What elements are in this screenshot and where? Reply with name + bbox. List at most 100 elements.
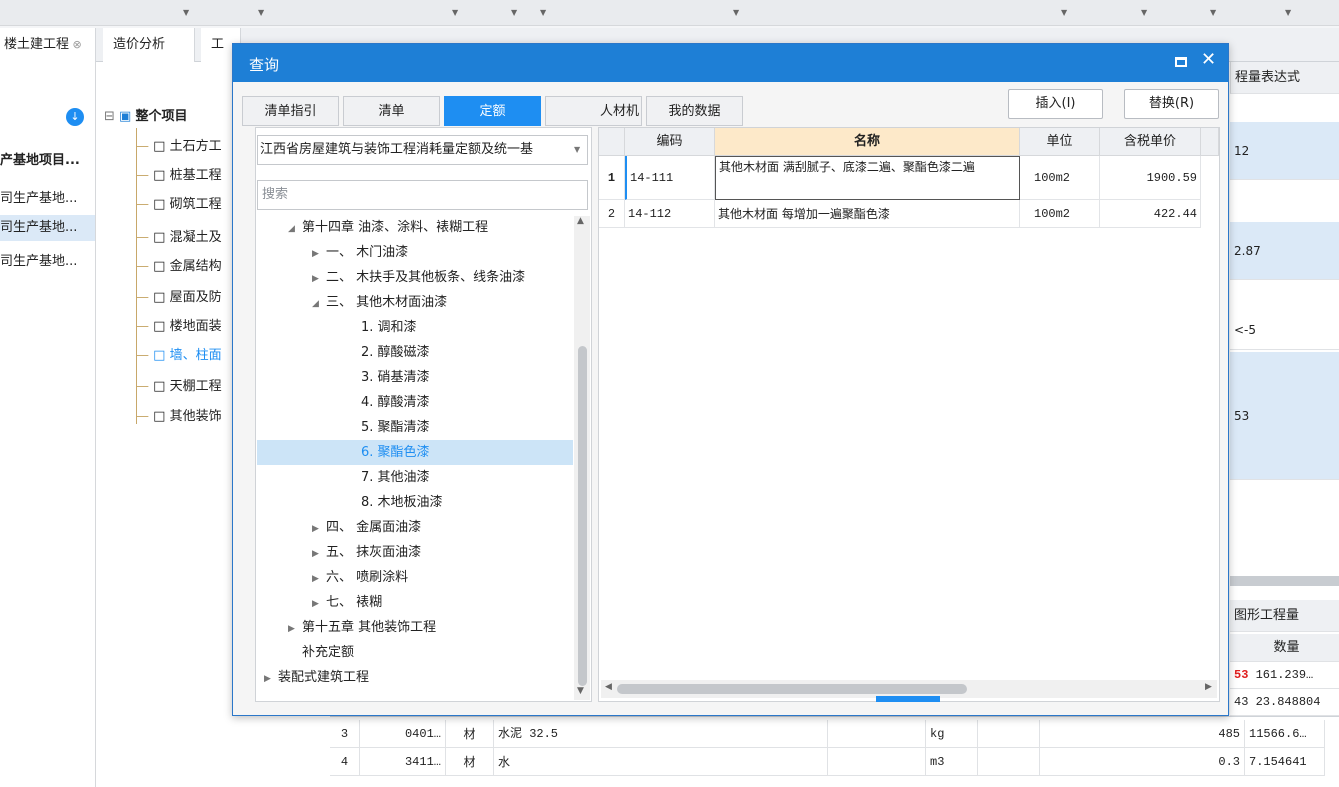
cell-name[interactable]: 其他木材面 满刮腻子、底漆二遍、聚酯色漆二遍 bbox=[715, 156, 1020, 200]
list-item[interactable]: 产基地项目... bbox=[0, 148, 95, 174]
collapsed-arrow-icon[interactable]: ▶ bbox=[312, 567, 326, 592]
cell-value[interactable]: 485 bbox=[1040, 720, 1245, 748]
tree-node-selected[interactable]: — □ 墙、柱面 bbox=[136, 345, 222, 367]
cell-value[interactable]: 11566.6… bbox=[1245, 720, 1325, 748]
search-input[interactable]: 搜索 bbox=[257, 180, 588, 210]
tree-item[interactable]: 1. 调和漆 bbox=[361, 315, 417, 340]
dropdown-arrow-icon[interactable]: ▼ bbox=[1210, 8, 1216, 17]
collapsed-arrow-icon[interactable]: ▶ bbox=[312, 242, 326, 267]
collapse-icon[interactable]: ⊗ bbox=[69, 38, 82, 51]
expanded-arrow-icon[interactable]: ◢ bbox=[312, 292, 326, 317]
dropdown-arrow-icon[interactable]: ▼ bbox=[511, 8, 517, 17]
tree-item[interactable]: 7. 其他油漆 bbox=[361, 465, 430, 490]
tab-labor-material[interactable]: 人材机 bbox=[545, 96, 642, 126]
dropdown-arrow-icon[interactable]: ▼ bbox=[1061, 8, 1067, 17]
cell-value[interactable]: 0.3 bbox=[1040, 748, 1245, 776]
scrollbar-thumb[interactable] bbox=[617, 684, 967, 694]
dropdown-arrow-icon[interactable]: ▼ bbox=[183, 8, 189, 17]
tree-node[interactable]: — □ 桩基工程 bbox=[136, 165, 222, 187]
cell-code[interactable]: 14-112 bbox=[625, 200, 715, 228]
replace-button[interactable]: 替换(R) bbox=[1124, 89, 1219, 119]
tree-item[interactable]: 5. 聚酯清漆 bbox=[361, 415, 430, 440]
collapse-icon[interactable]: ⊟ bbox=[104, 109, 119, 124]
cell-empty[interactable] bbox=[978, 720, 1040, 748]
column-header-unit[interactable]: 单位 bbox=[1020, 128, 1100, 156]
tree-item[interactable]: ▶ 七、 裱糊 bbox=[312, 590, 382, 615]
collapsed-arrow-icon[interactable]: ▶ bbox=[312, 592, 326, 617]
tree-item[interactable]: ▶ 一、 木门油漆 bbox=[312, 240, 408, 265]
tab-cost-analysis[interactable]: 造价分析 bbox=[103, 28, 195, 62]
table-cell[interactable]: 2.87 bbox=[1230, 222, 1339, 280]
table-cell[interactable]: 12 bbox=[1230, 122, 1339, 180]
close-icon[interactable]: ✕ bbox=[1201, 49, 1216, 70]
list-item-selected[interactable]: 司生产基地... bbox=[0, 215, 95, 241]
collapsed-arrow-icon[interactable]: ▶ bbox=[312, 542, 326, 567]
tree-item-selected[interactable]: 6. 聚酯色漆 bbox=[361, 440, 430, 465]
scroll-up-icon[interactable]: ▲ bbox=[577, 216, 584, 226]
tab-my-data[interactable]: 我的数据 bbox=[646, 96, 743, 126]
cell-empty[interactable] bbox=[978, 748, 1040, 776]
table-row[interactable]: 53 161.239… bbox=[1230, 662, 1339, 689]
tree-node[interactable]: — □ 金属结构 bbox=[136, 256, 222, 278]
tree-item[interactable]: ▶ 四、 金属面油漆 bbox=[312, 515, 421, 540]
tree-node[interactable]: — □ 其他装饰 bbox=[136, 406, 222, 428]
cell-type[interactable]: 材 bbox=[446, 748, 494, 776]
tab-graphic-quantity[interactable]: 图形工程量 bbox=[1230, 600, 1339, 632]
tree-item[interactable]: ◢ 三、 其他木材面油漆 bbox=[312, 290, 447, 315]
tree-node[interactable]: — □ 混凝土及 bbox=[136, 227, 222, 249]
cell-empty[interactable] bbox=[828, 748, 926, 776]
list-item[interactable]: 司生产基地... bbox=[0, 186, 95, 212]
maximize-icon[interactable] bbox=[1175, 57, 1187, 67]
cell-empty[interactable] bbox=[828, 720, 926, 748]
tree-item[interactable]: 3. 硝基清漆 bbox=[361, 365, 430, 390]
horizontal-scrollbar[interactable] bbox=[1230, 576, 1339, 586]
vertical-scrollbar[interactable]: ▲ ▼ bbox=[574, 216, 590, 700]
cell-price[interactable]: 422.44 bbox=[1100, 200, 1201, 228]
table-cell[interactable]: 53 bbox=[1230, 352, 1339, 480]
quota-library-select[interactable]: 江西省房屋建筑与装饰工程消耗量定额及统一基 ▼ bbox=[257, 135, 588, 165]
tab-quota[interactable]: 定额 bbox=[444, 96, 541, 126]
dialog-title-bar[interactable]: 查询 ✕ bbox=[233, 44, 1228, 82]
tree-item[interactable]: 补充定额 bbox=[302, 640, 354, 665]
tree-item[interactable]: ▶ 六、 喷刷涂料 bbox=[312, 565, 408, 590]
tree-item[interactable]: ▶ 第十五章 其他装饰工程 bbox=[288, 615, 436, 640]
collapsed-arrow-icon[interactable]: ▶ bbox=[312, 517, 326, 542]
tab-bill[interactable]: 清单 bbox=[343, 96, 440, 126]
cell-name[interactable]: 水 bbox=[494, 748, 828, 776]
collapsed-arrow-icon[interactable]: ▶ bbox=[312, 267, 326, 292]
tree-node[interactable]: — □ 屋面及防 bbox=[136, 287, 222, 309]
cell-code[interactable]: 0401… bbox=[360, 720, 446, 748]
tab-bill-guide[interactable]: 清单指引 bbox=[242, 96, 339, 126]
tree-item[interactable]: 8. 木地板油漆 bbox=[361, 490, 443, 515]
cell-unit[interactable]: 100m2 bbox=[1020, 200, 1100, 228]
cell-type[interactable]: 材 bbox=[446, 720, 494, 748]
cell-unit[interactable]: kg bbox=[926, 720, 978, 748]
tree-node[interactable]: — □ 砌筑工程 bbox=[136, 194, 222, 216]
scroll-down-icon[interactable]: ▼ bbox=[577, 686, 584, 696]
tree-item[interactable]: ▶ 二、 木扶手及其他板条、线条油漆 bbox=[312, 265, 525, 290]
list-item[interactable]: 司生产基地... bbox=[0, 249, 95, 275]
tree-item[interactable]: ◢ 第十四章 油漆、涂料、裱糊工程 bbox=[288, 215, 488, 240]
tree-item[interactable]: 4. 醇酸清漆 bbox=[361, 390, 430, 415]
download-icon[interactable]: ↓ bbox=[66, 108, 84, 126]
dropdown-arrow-icon[interactable]: ▼ bbox=[733, 8, 739, 17]
dropdown-arrow-icon[interactable]: ▼ bbox=[540, 8, 546, 17]
tree-item[interactable]: 2. 醇酸磁漆 bbox=[361, 340, 430, 365]
column-header-price[interactable]: 含税单价 bbox=[1100, 128, 1201, 156]
dropdown-arrow-icon[interactable]: ▼ bbox=[452, 8, 458, 17]
cell-code[interactable]: 3411… bbox=[360, 748, 446, 776]
insert-button[interactable]: 插入(I) bbox=[1008, 89, 1103, 119]
collapsed-arrow-icon[interactable]: ▶ bbox=[264, 667, 278, 692]
column-header-code[interactable]: 编码 bbox=[625, 128, 715, 156]
dropdown-arrow-icon[interactable]: ▼ bbox=[1141, 8, 1147, 17]
tree-node[interactable]: — □ 天棚工程 bbox=[136, 376, 222, 398]
cell-unit[interactable]: m3 bbox=[926, 748, 978, 776]
cell-value[interactable]: 7.154641 bbox=[1245, 748, 1325, 776]
dropdown-arrow-icon[interactable]: ▼ bbox=[1285, 8, 1291, 17]
tab-project[interactable]: 楼土建工程 ⊗ bbox=[0, 28, 96, 62]
expanded-arrow-icon[interactable]: ◢ bbox=[288, 217, 302, 242]
cell-unit[interactable]: 100m2 bbox=[1020, 156, 1100, 200]
tree-root[interactable]: ⊟ ▣ 整个项目 bbox=[104, 106, 187, 128]
tree-item[interactable]: ▶ 五、 抹灰面油漆 bbox=[312, 540, 421, 565]
table-cell[interactable]: <-5 bbox=[1230, 310, 1339, 350]
